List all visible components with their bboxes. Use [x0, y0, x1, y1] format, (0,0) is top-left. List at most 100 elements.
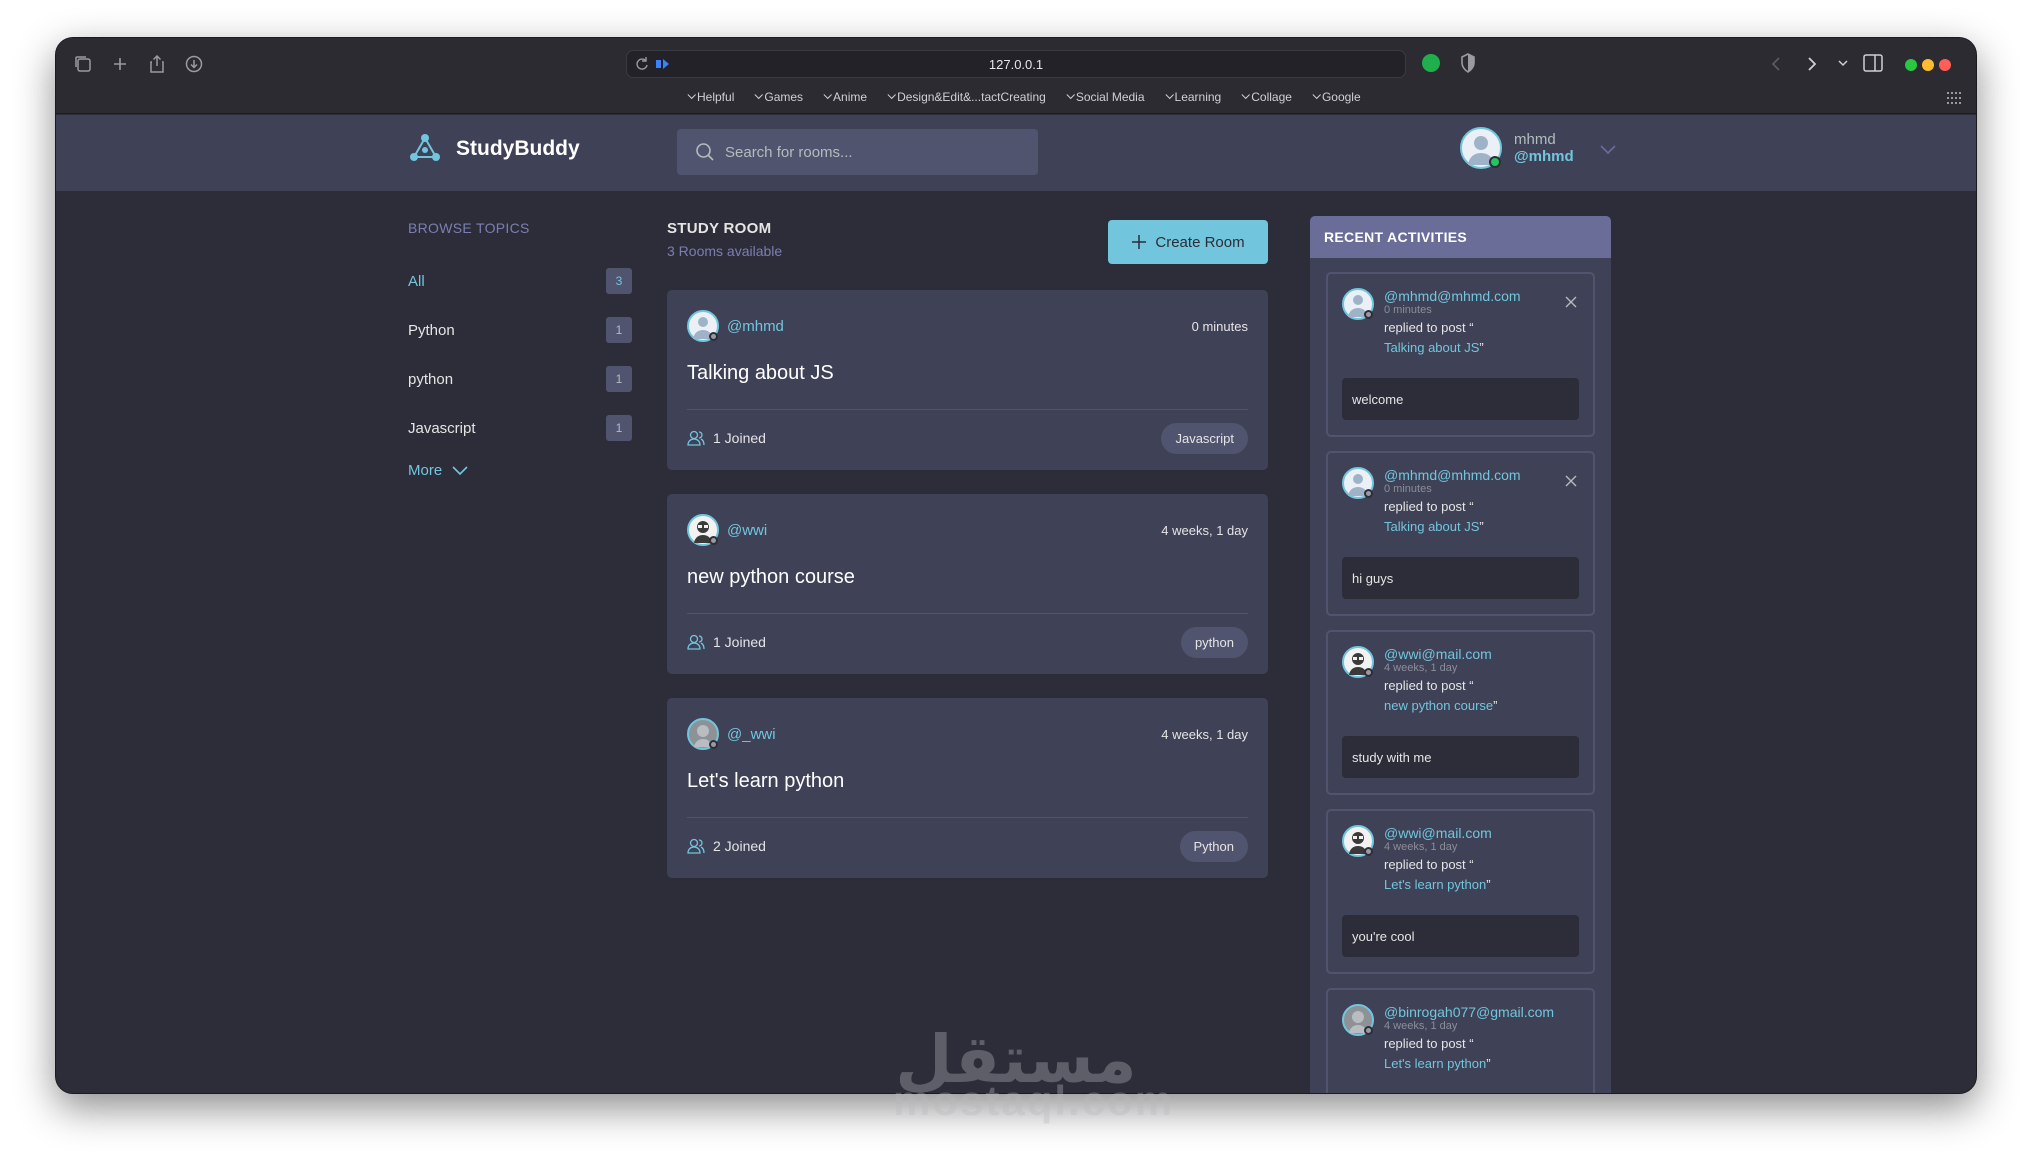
- search-input[interactable]: [725, 143, 1015, 161]
- studybuddy-app: StudyBuddy mhmd @mhmd BROWSE TOPICS: [56, 115, 1976, 1093]
- room-card[interactable]: @mhmd 0 minutes Talking about JS 1 Joine…: [667, 290, 1268, 470]
- activity-card: @binrogah077@gmail.com 4 weeks, 1 day re…: [1326, 988, 1595, 1093]
- chevron-down-icon: [887, 90, 897, 100]
- watermark-latin: mostaql.com: [893, 1077, 1175, 1124]
- studybuddy-logo-icon: [410, 134, 440, 161]
- apps-grid-icon[interactable]: [1947, 92, 1961, 104]
- topic-label: Javascript: [408, 419, 476, 437]
- activity-user[interactable]: @wwi@mail.com: [1384, 646, 1497, 662]
- search-box[interactable]: [677, 129, 1038, 175]
- close-traffic-light[interactable]: [1939, 59, 1951, 71]
- joined-count: 1 Joined: [713, 430, 766, 446]
- new-tab-icon[interactable]: [108, 52, 132, 76]
- activity-action: replied to post “: [1384, 678, 1474, 693]
- activity-user[interactable]: @mhmd@mhmd.com: [1384, 467, 1521, 483]
- share-icon[interactable]: [145, 52, 169, 76]
- chevron-down-icon: [1241, 90, 1251, 100]
- reload-icon[interactable]: [635, 56, 649, 72]
- activity-card: @mhmd@mhmd.com 0 minutes replied to post…: [1326, 272, 1595, 437]
- topic-label: python: [408, 370, 454, 388]
- close-icon[interactable]: [1565, 475, 1577, 487]
- sidebar-toggle-icon[interactable]: [1863, 54, 1883, 72]
- recent-activities-panel: RECENT ACTIVITIES @mhmd@mhmd.com 0 minut…: [1310, 216, 1611, 1093]
- room-card[interactable]: @wwi 4 weeks, 1 day new python course 1 …: [667, 494, 1268, 674]
- grammarly-extension-icon[interactable]: [1422, 54, 1440, 72]
- avatar[interactable]: [1342, 825, 1374, 857]
- chevron-down-icon: [452, 465, 468, 475]
- activity-post-link[interactable]: Talking about JS: [1384, 340, 1479, 355]
- maximize-traffic-light[interactable]: [1905, 59, 1917, 71]
- more-topics-link[interactable]: More: [408, 462, 632, 479]
- user-handle: @mhmd: [1514, 148, 1574, 165]
- url-text: 127.0.0.1: [988, 56, 1044, 72]
- topic-count-badge: 1: [606, 415, 632, 441]
- avatar[interactable]: [1342, 1004, 1374, 1036]
- room-topic-tag[interactable]: Python: [1179, 830, 1248, 862]
- avatar[interactable]: [1342, 288, 1374, 320]
- topic-label: Python: [408, 321, 455, 339]
- bookmarks-bar: Helpful Games Anime Design&Edit&...tactC…: [687, 90, 1361, 104]
- browser-toolbar: 127.0.0.1 Helpful Games Anime Design&Edi…: [56, 38, 1976, 114]
- room-time: 0 minutes: [1191, 318, 1248, 334]
- create-room-button[interactable]: Create Room: [1108, 220, 1268, 264]
- bookmark-folder[interactable]: Helpful: [687, 90, 734, 104]
- room-host[interactable]: @wwi: [687, 514, 767, 546]
- bookmark-folder[interactable]: Social Media: [1066, 90, 1145, 104]
- activity-user[interactable]: @mhmd@mhmd.com: [1384, 288, 1521, 304]
- bookmark-folder[interactable]: Google: [1312, 90, 1361, 104]
- room-title[interactable]: Let's learn python: [687, 770, 1248, 793]
- chevron-down-icon[interactable]: [1600, 145, 1616, 155]
- status-dot-icon: [1364, 1026, 1373, 1035]
- tabs-overview-icon[interactable]: [71, 52, 95, 76]
- topic-label: All: [408, 272, 425, 290]
- host-handle: @_wwi: [727, 725, 776, 743]
- room-participants: 1 Joined: [687, 634, 766, 650]
- activity-post-link[interactable]: new python course: [1384, 698, 1493, 713]
- bookmark-folder[interactable]: Learning: [1164, 90, 1221, 104]
- activity-action: replied to post “: [1384, 320, 1474, 335]
- history-dropdown-icon[interactable]: [1838, 60, 1848, 68]
- room-topic-tag[interactable]: Javascript: [1161, 422, 1248, 454]
- room-host[interactable]: @_wwi: [687, 718, 776, 750]
- room-title[interactable]: new python course: [687, 566, 1248, 589]
- activity-post-link[interactable]: Talking about JS: [1384, 519, 1479, 534]
- feed-title: STUDY ROOM: [667, 220, 772, 237]
- bookmark-folder[interactable]: Games: [754, 90, 803, 104]
- chevron-down-icon: [687, 90, 696, 100]
- rooms-count: 3 Rooms available: [667, 243, 783, 259]
- address-bar[interactable]: 127.0.0.1: [626, 50, 1406, 78]
- minimize-traffic-light[interactable]: [1922, 59, 1934, 71]
- activity-post-link[interactable]: Let's learn python: [1384, 1056, 1486, 1071]
- user-menu[interactable]: mhmd @mhmd: [1460, 127, 1616, 169]
- more-label: More: [408, 462, 443, 479]
- activity-user[interactable]: @wwi@mail.com: [1384, 825, 1492, 841]
- room-host[interactable]: @mhmd: [687, 310, 784, 342]
- brand-name: StudyBuddy: [456, 137, 580, 160]
- room-time: 4 weeks, 1 day: [1161, 522, 1248, 538]
- activity-message: you're cool: [1342, 915, 1579, 957]
- bookmark-folder[interactable]: Collage: [1241, 90, 1292, 104]
- bookmark-folder[interactable]: Anime: [823, 90, 867, 104]
- bookmark-folder[interactable]: Design&Edit&...tactCreating: [887, 90, 1046, 104]
- avatar: [1460, 127, 1502, 169]
- avatar[interactable]: [1342, 646, 1374, 678]
- chevron-down-icon: [754, 90, 764, 100]
- avatar[interactable]: [1342, 467, 1374, 499]
- activity-post-link[interactable]: Let's learn python: [1384, 877, 1486, 892]
- topic-count-badge: 1: [606, 317, 632, 343]
- activity-user[interactable]: @binrogah077@gmail.com: [1384, 1004, 1554, 1020]
- downloads-icon[interactable]: [182, 52, 206, 76]
- room-title[interactable]: Talking about JS: [687, 362, 1248, 385]
- divider: [687, 613, 1248, 614]
- status-dot-icon: [1364, 668, 1373, 677]
- close-icon[interactable]: [1565, 296, 1577, 308]
- room-card[interactable]: @_wwi 4 weeks, 1 day Let's learn python …: [667, 698, 1268, 878]
- back-icon[interactable]: [1770, 56, 1782, 72]
- chevron-down-icon: [1312, 90, 1321, 100]
- room-topic-tag[interactable]: python: [1180, 626, 1248, 658]
- forward-icon[interactable]: [1806, 56, 1818, 72]
- activity-card: @wwi@mail.com 4 weeks, 1 day replied to …: [1326, 630, 1595, 795]
- shield-extension-icon[interactable]: [1460, 53, 1476, 73]
- brand-logo[interactable]: StudyBuddy: [408, 133, 580, 165]
- topic-item-javascript[interactable]: Javascript 1: [408, 398, 632, 458]
